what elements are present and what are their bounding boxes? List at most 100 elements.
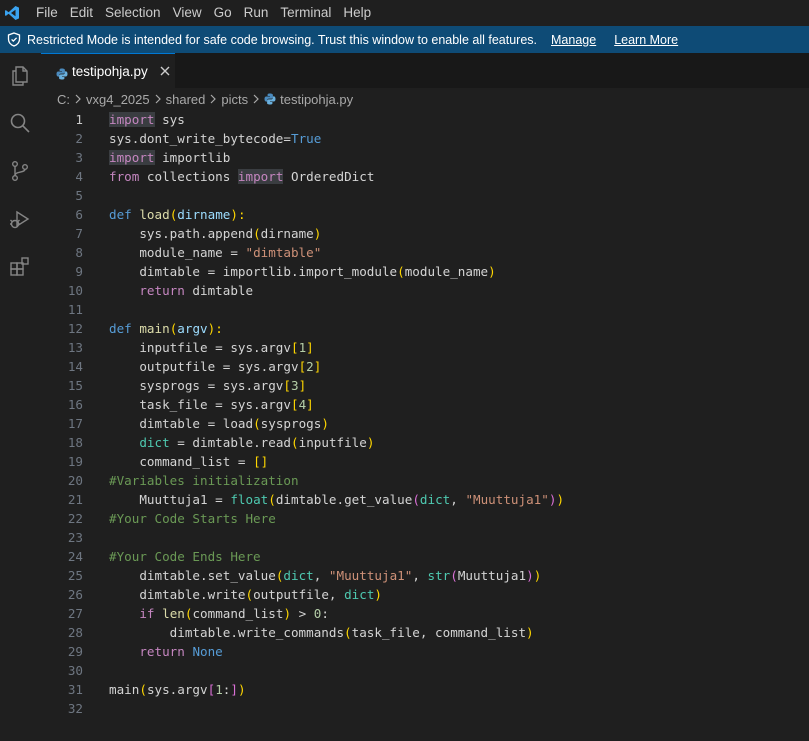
code-line[interactable]: 12 def main(argv): (41, 319, 809, 338)
code-token: 1 (215, 682, 223, 697)
code-line[interactable]: 22 #Your Code Starts Here (41, 509, 809, 528)
code-line[interactable]: 3 import importlib (41, 148, 809, 167)
code-token: , (450, 492, 466, 507)
code-line[interactable]: 26 dimtable.write(outputfile, dict) (41, 585, 809, 604)
breadcrumb-file[interactable]: testipohja.py (280, 92, 353, 107)
code-token: ) (313, 226, 322, 241)
code-token: None (192, 644, 223, 659)
code-line[interactable]: 31 main(sys.argv[1:]) (41, 680, 809, 699)
code-editor[interactable]: 1 import sys 2 sys.dont_write_bytecode=True… (41, 110, 809, 741)
code-token: float (230, 492, 269, 507)
code-token: import (109, 150, 155, 165)
extensions-icon[interactable] (4, 251, 36, 283)
code-line[interactable]: 30 (41, 661, 809, 680)
search-icon[interactable] (4, 107, 36, 139)
line-number: 32 (67, 701, 83, 716)
code-token: [] (253, 454, 269, 469)
code-token: ) (526, 625, 534, 640)
close-icon[interactable] (158, 64, 172, 78)
code-token: Muuttuja1 = (109, 492, 231, 507)
code-line[interactable]: 1 import sys (41, 110, 809, 129)
code-token: argv (177, 321, 208, 336)
code-token: ( (291, 435, 299, 450)
code-text: Muuttuja1 = float(dimtable.get_value(dic… (109, 490, 564, 509)
code-line[interactable]: 15 sysprogs = sys.argv[3] (41, 376, 809, 395)
code-line[interactable]: 32 (41, 699, 809, 718)
menu-terminal[interactable]: Terminal (274, 0, 337, 26)
menu-go[interactable]: Go (208, 0, 238, 26)
code-line[interactable]: 21 Muuttuja1 = float(dimtable.get_value(… (41, 490, 809, 509)
code-text: command_list = [] (109, 452, 268, 471)
run-debug-icon[interactable] (4, 203, 36, 235)
code-text: dimtable.write(outputfile, dict) (109, 585, 382, 604)
code-token: return (139, 644, 185, 659)
code-line[interactable]: 20 #Variables initialization (41, 471, 809, 490)
menu-view[interactable]: View (167, 0, 208, 26)
code-text: def load(dirname): (109, 205, 246, 224)
source-control-icon[interactable] (4, 155, 36, 187)
code-token: len (162, 606, 185, 621)
code-text: import sys (109, 110, 185, 129)
code-text: return None (109, 642, 223, 661)
menu-help[interactable]: Help (337, 0, 377, 26)
code-text: module_name = "dimtable" (109, 243, 321, 262)
code-token: ) (237, 682, 246, 697)
breadcrumb-folder-vxg4[interactable]: vxg4_2025 (86, 92, 150, 107)
code-token: from (109, 169, 140, 184)
code-line[interactable]: 17 dimtable = load(sysprogs) (41, 414, 809, 433)
breadcrumb-drive[interactable]: C: (57, 92, 70, 107)
breadcrumb-folder-picts[interactable]: picts (221, 92, 248, 107)
code-line[interactable]: 27 if len(command_list) > 0: (41, 604, 809, 623)
code-line[interactable]: 2 sys.dont_write_bytecode=True (41, 129, 809, 148)
tab-testipohja-py[interactable]: testipohja.py (41, 53, 175, 88)
code-line[interactable]: 4 from collections import OrderedDict (41, 167, 809, 186)
menu-file[interactable]: File (30, 0, 64, 26)
code-token: task_file = sys.argv (109, 397, 291, 412)
code-line[interactable]: 6 def load(dirname): (41, 205, 809, 224)
python-file-icon (264, 93, 276, 105)
code-token: command_list (192, 606, 284, 621)
tab-bar: testipohja.py (41, 53, 809, 88)
code-token: sys.path.append (109, 226, 254, 241)
code-token: ): (207, 321, 223, 336)
code-text: dimtable.write_commands(task_file, comma… (109, 623, 534, 642)
code-line[interactable]: 14 outputfile = sys.argv[2] (41, 357, 809, 376)
learn-more-link[interactable]: Learn More (614, 33, 678, 47)
code-token: ) (533, 568, 542, 583)
code-token: "Muuttuja1" (465, 492, 549, 507)
code-line[interactable]: 13 inputfile = sys.argv[1] (41, 338, 809, 357)
code-line[interactable]: 16 task_file = sys.argv[4] (41, 395, 809, 414)
chevron-right-icon (74, 94, 82, 104)
code-line[interactable]: 5 (41, 186, 809, 205)
breadcrumb-folder-shared[interactable]: shared (166, 92, 206, 107)
code-line[interactable]: 24 #Your Code Ends Here (41, 547, 809, 566)
explorer-icon[interactable] (4, 60, 36, 92)
code-line[interactable]: 18 dict = dimtable.read(inputfile) (41, 433, 809, 452)
code-line[interactable]: 7 sys.path.append(dirname) (41, 224, 809, 243)
code-text: outputfile = sys.argv[2] (109, 357, 321, 376)
restricted-mode-banner: Restricted Mode is intended for safe cod… (0, 26, 809, 53)
line-number: 8 (75, 245, 83, 260)
code-line[interactable]: 28 dimtable.write_commands(task_file, co… (41, 623, 809, 642)
code-text: #Your Code Starts Here (109, 509, 276, 528)
code-line[interactable]: 23 (41, 528, 809, 547)
code-line[interactable]: 29 return None (41, 642, 809, 661)
code-line[interactable]: 8 module_name = "dimtable" (41, 243, 809, 262)
menu-selection[interactable]: Selection (99, 0, 167, 26)
code-line[interactable]: 19 command_list = [] (41, 452, 809, 471)
code-line[interactable]: 10 return dimtable (41, 281, 809, 300)
line-number: 25 (67, 568, 83, 583)
manage-link[interactable]: Manage (551, 33, 596, 47)
code-token: dimtable = importlib.import_module (109, 264, 398, 279)
line-number: 27 (67, 606, 83, 621)
code-line[interactable]: 11 (41, 300, 809, 319)
menu-run[interactable]: Run (238, 0, 275, 26)
code-token: #Your Code Ends Here (109, 549, 261, 564)
code-line[interactable]: 9 dimtable = importlib.import_module(mod… (41, 262, 809, 281)
code-line[interactable]: 25 dimtable.set_value (dict, "Muuttuja1",… (41, 566, 809, 585)
line-number: 29 (67, 644, 83, 659)
menu-edit[interactable]: Edit (64, 0, 99, 26)
